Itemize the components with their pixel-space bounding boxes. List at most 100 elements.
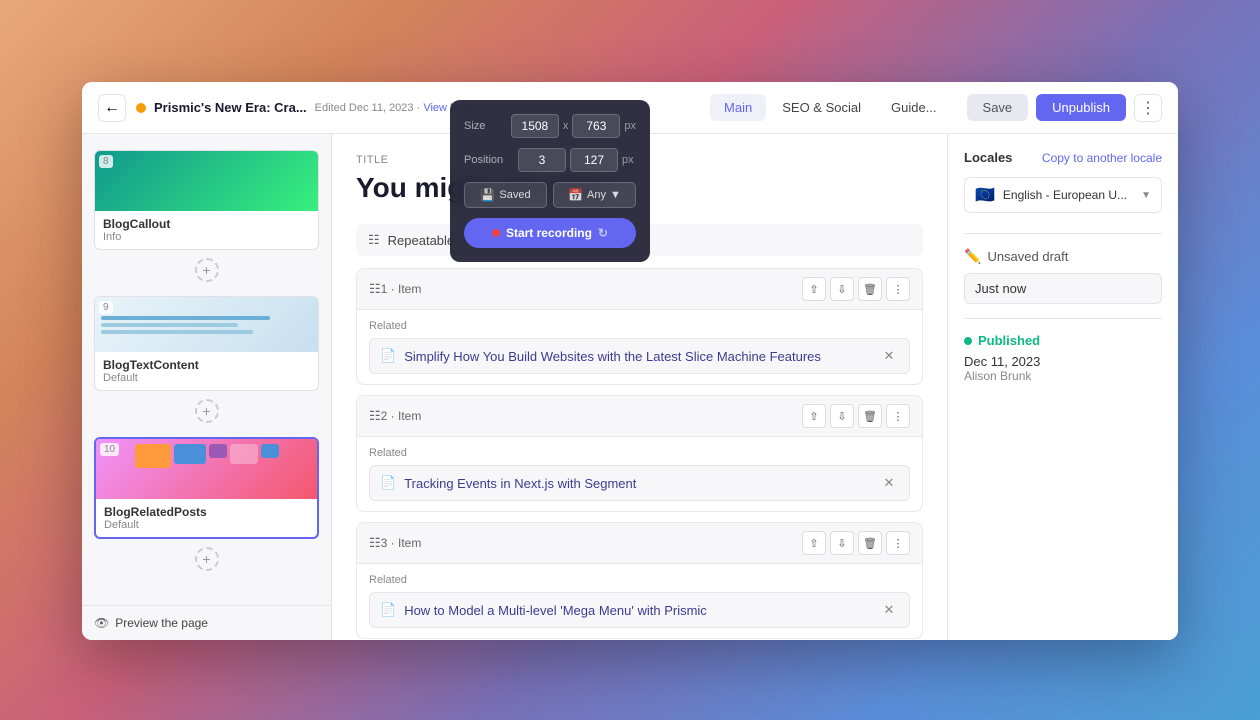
pos-x-input[interactable]: [518, 148, 566, 172]
repeatable-item-1: ☷ 1 · Item ⇧ ⇩ 🗑 ⋮ Related 📄: [356, 268, 923, 385]
blog-text-content-card[interactable]: 9 BlogTextContent Default: [94, 296, 319, 391]
item-number: 3 · Item: [381, 536, 802, 550]
add-between-button[interactable]: +: [195, 399, 219, 423]
blog-callout-card[interactable]: 8 BlogCallout Info: [94, 150, 319, 250]
saved-label: Saved: [499, 189, 530, 201]
published-date: Dec 11, 2023: [964, 354, 1162, 369]
sidebar-item: 10 BlogRelatedPosts Default: [82, 429, 331, 547]
nav-tabs: Main SEO & Social Guide...: [710, 94, 950, 121]
back-button[interactable]: ←: [98, 94, 126, 122]
pos-y-input[interactable]: [570, 148, 618, 172]
mini-block: [230, 444, 258, 464]
tab-seo-social[interactable]: SEO & Social: [768, 94, 875, 121]
more-button[interactable]: ⋮: [1134, 94, 1162, 122]
item-actions: ⇧ ⇩ 🗑 ⋮: [802, 531, 910, 555]
locales-header: Locales Copy to another locale: [964, 150, 1162, 165]
more-options-button[interactable]: ⋮: [886, 404, 910, 428]
delete-button[interactable]: 🗑: [858, 277, 882, 301]
position-label: Position: [464, 154, 510, 166]
mini-block: [135, 444, 171, 468]
move-up-button[interactable]: ⇧: [802, 277, 826, 301]
item-icon: ☷: [369, 281, 381, 297]
chevron-down-icon: ▼: [610, 189, 621, 201]
top-actions: Save Unpublish ⋮: [967, 94, 1162, 122]
card-text-decoration: [201, 168, 213, 194]
move-down-button[interactable]: ⇩: [830, 531, 854, 555]
move-up-button[interactable]: ⇧: [802, 404, 826, 428]
card-info: BlogTextContent Default: [95, 352, 318, 390]
more-options-button[interactable]: ⋮: [886, 277, 910, 301]
any-label: Any: [587, 189, 606, 201]
locale-select[interactable]: 🇪🇺 English - European U... ▼: [964, 177, 1162, 213]
size-unit: px: [624, 120, 636, 132]
any-button[interactable]: 📅 Any ▼: [553, 182, 636, 208]
saved-button[interactable]: 💾 Saved: [464, 182, 547, 208]
save-icon: 💾: [480, 188, 495, 202]
width-input[interactable]: [511, 114, 559, 138]
position-inputs: px: [518, 148, 636, 172]
published-section: Published Dec 11, 2023 Alison Brunk: [964, 318, 1162, 383]
card-number: 10: [100, 443, 119, 456]
tab-guide[interactable]: Guide...: [877, 94, 951, 121]
card-subtitle: Default: [104, 519, 309, 531]
save-button[interactable]: Save: [967, 94, 1029, 121]
draft-time-input[interactable]: [964, 273, 1162, 304]
sidebar-footer: 👁 Preview the page: [82, 605, 331, 640]
add-between-button[interactable]: +: [195, 258, 219, 282]
add-between-button[interactable]: +: [195, 547, 219, 571]
remove-link-button[interactable]: ✕: [879, 600, 899, 620]
card-title: BlogRelatedPosts: [104, 505, 309, 519]
document-icon: 📄: [380, 602, 396, 618]
zone-icon: ☷: [368, 232, 380, 248]
delete-button[interactable]: 🗑: [858, 531, 882, 555]
start-recording-button[interactable]: Start recording ↻: [464, 218, 636, 248]
card-thumbnail: [95, 297, 318, 352]
sidebar-item: 8 BlogCallout Info: [82, 142, 331, 258]
right-sidebar: Locales Copy to another locale 🇪🇺 Englis…: [948, 134, 1178, 640]
link-text: Simplify How You Build Websites with the…: [404, 349, 871, 364]
move-down-button[interactable]: ⇩: [830, 277, 854, 301]
related-link[interactable]: 📄 How to Model a Multi-level 'Mega Menu'…: [369, 592, 910, 628]
card-thumbnail: [96, 439, 317, 499]
size-inputs: x px: [511, 114, 636, 138]
locale-flag: 🇪🇺: [975, 185, 995, 205]
remove-link-button[interactable]: ✕: [879, 346, 899, 366]
remove-link-button[interactable]: ✕: [879, 473, 899, 493]
related-link[interactable]: 📄 Tracking Events in Next.js with Segmen…: [369, 465, 910, 501]
delete-button[interactable]: 🗑: [858, 404, 882, 428]
related-label: Related: [369, 447, 910, 459]
related-label: Related: [369, 320, 910, 332]
record-spinner: ↻: [598, 226, 608, 240]
doc-status-dot: [136, 103, 146, 113]
copy-locale-link[interactable]: Copy to another locale: [1042, 151, 1162, 165]
height-input[interactable]: [572, 114, 620, 138]
more-options-button[interactable]: ⋮: [886, 531, 910, 555]
document-icon: 📄: [380, 475, 396, 491]
mini-block: [174, 444, 206, 464]
x-separator: x: [563, 120, 569, 132]
item-number: 1 · Item: [381, 282, 802, 296]
item-actions: ⇧ ⇩ 🗑 ⋮: [802, 404, 910, 428]
card-subtitle: Info: [103, 231, 310, 243]
locale-text: English - European U...: [1003, 188, 1133, 202]
blog-related-posts-card[interactable]: 10 BlogRelatedPosts Default: [94, 437, 319, 539]
tab-main[interactable]: Main: [710, 94, 766, 121]
position-unit: px: [622, 154, 634, 166]
pencil-icon: ✏️: [964, 248, 981, 265]
eye-icon: 👁: [94, 616, 109, 630]
item-content: Related 📄 Simplify How You Build Website…: [357, 310, 922, 384]
size-row: Size x px: [464, 114, 636, 138]
move-up-button[interactable]: ⇧: [802, 531, 826, 555]
move-down-button[interactable]: ⇩: [830, 404, 854, 428]
preview-page-text[interactable]: Preview the page: [115, 616, 208, 630]
locales-title: Locales: [964, 150, 1012, 165]
related-link[interactable]: 📄 Simplify How You Build Websites with t…: [369, 338, 910, 374]
link-text: How to Model a Multi-level 'Mega Menu' w…: [404, 603, 871, 618]
unsaved-draft-text: Unsaved draft: [987, 249, 1068, 264]
published-header: Published: [964, 333, 1162, 348]
card-number: 8: [99, 155, 113, 168]
repeatable-item-3: ☷ 3 · Item ⇧ ⇩ 🗑 ⋮ Related 📄: [356, 522, 923, 639]
calendar-icon: 📅: [568, 188, 583, 202]
unpublish-button[interactable]: Unpublish: [1036, 94, 1126, 121]
card-thumbnail: [95, 151, 318, 211]
